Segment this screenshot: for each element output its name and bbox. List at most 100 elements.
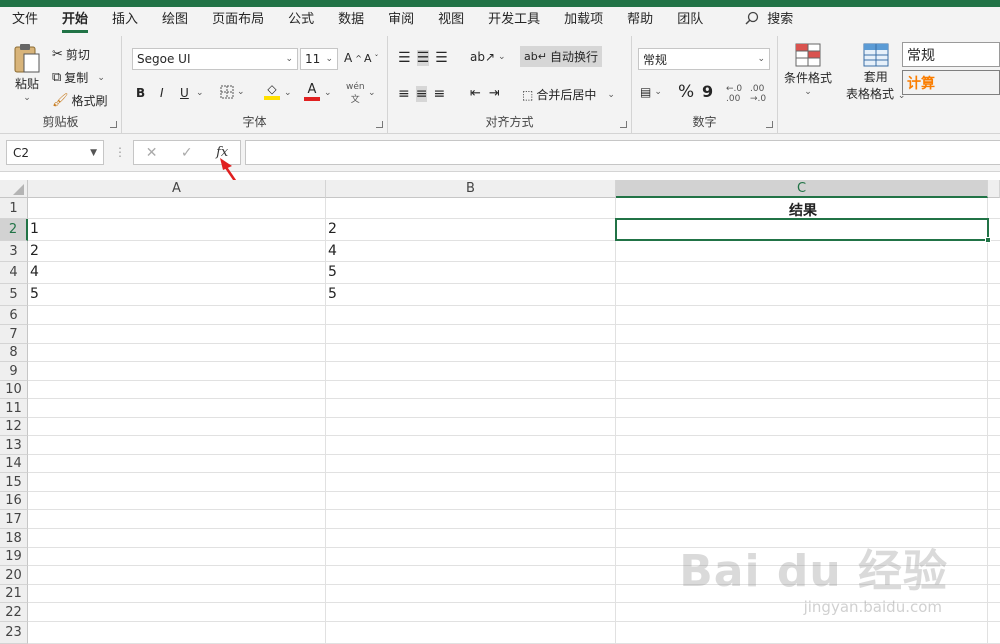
font-name-select[interactable]: Segoe UI ⌄	[132, 48, 298, 70]
align-left-icon[interactable]: ≡	[398, 86, 410, 102]
tab-data[interactable]: 数据	[326, 8, 376, 36]
cell-a2[interactable]: 1	[28, 221, 39, 237]
fill-handle[interactable]	[985, 237, 991, 243]
tab-team[interactable]: 团队	[665, 8, 715, 36]
borders-button[interactable]: ⌄	[220, 85, 245, 99]
cancel-icon[interactable]: ✕	[146, 145, 158, 161]
percent-button[interactable]: %	[678, 82, 694, 102]
row-header-7[interactable]: 7	[0, 325, 28, 344]
row-header-14[interactable]: 14	[0, 455, 28, 473]
tab-help[interactable]: 帮助	[615, 8, 665, 36]
chevron-down-icon[interactable]: ⌄	[324, 88, 332, 98]
chevron-down-icon[interactable]: ⌄	[196, 88, 204, 98]
increase-indent-icon[interactable]: ⇥	[489, 86, 500, 101]
row-header-5[interactable]: 5	[0, 284, 28, 306]
copy-button[interactable]: ⧉ 复制 ⌄	[52, 69, 105, 86]
enter-icon[interactable]: ✓	[181, 145, 193, 161]
row-header-11[interactable]: 11	[0, 399, 28, 418]
row-header-8[interactable]: 8	[0, 344, 28, 362]
row-header-13[interactable]: 13	[0, 436, 28, 455]
accounting-format-button[interactable]: ▤ ⌄	[640, 85, 662, 99]
row-header-15[interactable]: 15	[0, 473, 28, 492]
row-header-19[interactable]: 19	[0, 548, 28, 566]
row-header-2[interactable]: 2	[0, 219, 28, 241]
row-header-21[interactable]: 21	[0, 585, 28, 603]
cell-b5[interactable]: 5	[326, 286, 337, 302]
font-color-button[interactable]: A	[304, 82, 320, 101]
column-header-b[interactable]: B	[326, 180, 616, 198]
underline-button[interactable]: U	[180, 86, 189, 100]
format-painter-button[interactable]: 🖌 格式刷	[52, 92, 108, 109]
column-header-a[interactable]: A	[28, 180, 326, 198]
column-header-c[interactable]: C	[616, 180, 988, 198]
cell-c1[interactable]: 结果	[616, 200, 988, 220]
tab-home[interactable]: 开始	[50, 8, 100, 36]
row-header-23[interactable]: 23	[0, 622, 28, 644]
tab-developer[interactable]: 开发工具	[476, 8, 552, 36]
more-options-icon[interactable]: ⋮	[114, 145, 126, 159]
row-header-4[interactable]: 4	[0, 262, 28, 284]
orientation-button[interactable]: ab↗ ⌄	[470, 50, 506, 64]
row-header-9[interactable]: 9	[0, 362, 28, 381]
row-header-22[interactable]: 22	[0, 603, 28, 622]
row-header-3[interactable]: 3	[0, 241, 28, 262]
decrease-font-button[interactable]: Aˇ	[364, 52, 379, 65]
dialog-launcher-icon[interactable]	[110, 121, 117, 128]
comma-style-button[interactable]: 9	[702, 82, 713, 101]
row-header-20[interactable]: 20	[0, 566, 28, 585]
cell-b3[interactable]: 4	[326, 243, 337, 259]
merge-center-button[interactable]: ⬚ 合并后居中 ⌄	[522, 86, 615, 103]
dialog-launcher-icon[interactable]	[620, 121, 627, 128]
dialog-launcher-icon[interactable]	[766, 121, 773, 128]
decrease-decimal-button[interactable]: .00 →.0	[750, 84, 766, 104]
cell-style-calculation[interactable]: 计算	[902, 70, 1000, 95]
wrap-text-button[interactable]: ab↵ 自动换行	[520, 46, 602, 67]
name-box[interactable]: C2 ▼	[6, 140, 104, 165]
cell-b4[interactable]: 5	[326, 264, 337, 280]
phonetic-button[interactable]: wén 文	[346, 82, 365, 105]
align-right-icon[interactable]: ≡	[433, 86, 445, 102]
increase-font-button[interactable]: A ^	[344, 51, 362, 65]
tab-file[interactable]: 文件	[0, 8, 50, 36]
formula-input[interactable]	[245, 140, 1000, 165]
selected-cell-c2[interactable]	[615, 218, 989, 241]
tab-page-layout[interactable]: 页面布局	[200, 8, 276, 36]
cell-a5[interactable]: 5	[28, 286, 39, 302]
search-box[interactable]: 搜索	[715, 8, 793, 36]
row-header-1[interactable]: 1	[0, 198, 28, 219]
fill-color-button[interactable]: ◇	[264, 82, 280, 100]
select-all-corner[interactable]	[0, 180, 28, 198]
cut-button[interactable]: ✂ 剪切	[52, 46, 90, 63]
tab-view[interactable]: 视图	[426, 8, 476, 36]
row-header-12[interactable]: 12	[0, 418, 28, 436]
conditional-formatting-button[interactable]: 条件格式 ⌄	[784, 42, 832, 97]
tab-review[interactable]: 审阅	[376, 8, 426, 36]
cell-style-normal[interactable]: 常规	[902, 42, 1000, 67]
dialog-launcher-icon[interactable]	[376, 121, 383, 128]
decrease-indent-icon[interactable]: ⇤	[470, 86, 481, 101]
column-header-d[interactable]	[988, 180, 1000, 198]
number-format-select[interactable]: 常规 ⌄	[638, 48, 770, 70]
cell-b2[interactable]: 2	[326, 221, 337, 237]
row-header-17[interactable]: 17	[0, 510, 28, 529]
row-header-6[interactable]: 6	[0, 306, 28, 325]
row-header-10[interactable]: 10	[0, 381, 28, 399]
bold-button[interactable]: B	[136, 86, 145, 100]
row-header-16[interactable]: 16	[0, 492, 28, 510]
align-center-icon[interactable]: ≡	[415, 86, 428, 102]
font-size-select[interactable]: 11 ⌄	[300, 48, 338, 70]
row-header-18[interactable]: 18	[0, 529, 28, 548]
align-middle-icon[interactable]: ☰	[416, 50, 430, 66]
paste-button[interactable]: 粘贴 ⌄	[12, 42, 42, 103]
chevron-down-icon[interactable]: ⌄	[368, 88, 376, 98]
align-top-icon[interactable]: ☰	[398, 50, 411, 66]
align-bottom-icon[interactable]: ☰	[435, 50, 448, 66]
italic-button[interactable]: I	[160, 86, 164, 100]
chevron-down-icon[interactable]: ⌄	[284, 88, 292, 98]
tab-insert[interactable]: 插入	[100, 8, 150, 36]
tab-addins[interactable]: 加载项	[552, 8, 615, 36]
cell-a4[interactable]: 4	[28, 264, 39, 280]
increase-decimal-button[interactable]: ←.0.00	[726, 84, 742, 104]
format-as-table-button[interactable]: 套用 表格格式 ⌄	[846, 42, 905, 102]
tab-draw[interactable]: 绘图	[150, 8, 200, 36]
